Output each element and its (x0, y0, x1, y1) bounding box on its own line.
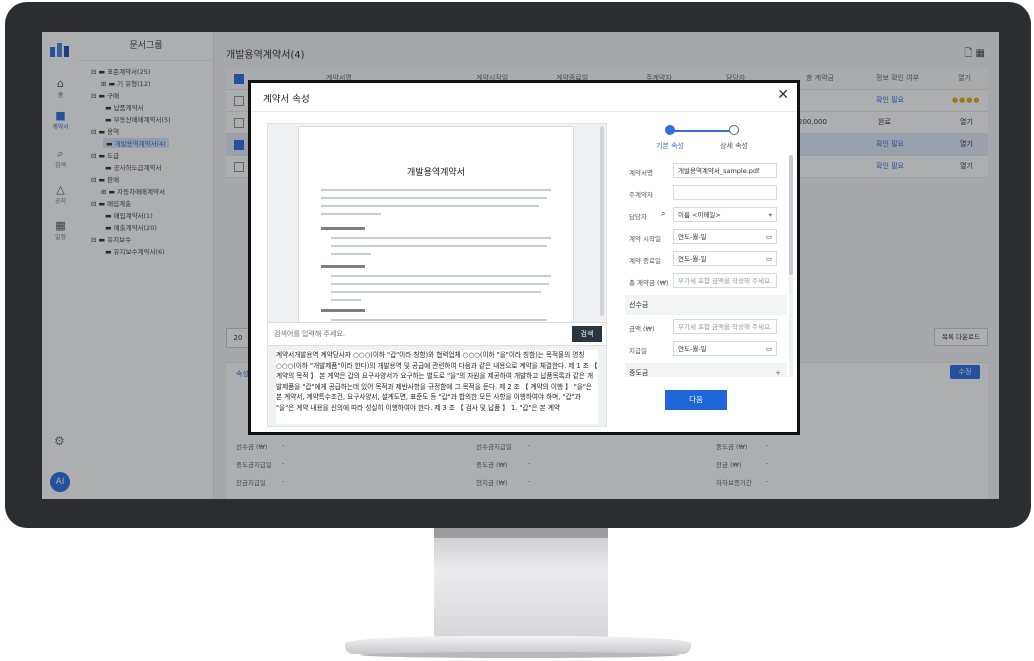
properties-form-pane: 기본 속성 상세 속성 계약서명 개발용역계약서_sample.pdf 주계약자… (617, 111, 797, 435)
search-button[interactable]: 검색 (572, 326, 602, 342)
dialog-header: 계약서 속성 ✕ (251, 83, 797, 112)
search-icon[interactable]: ⌕ (661, 209, 665, 219)
preview-page[interactable]: 개발용역계약서 (298, 126, 574, 328)
contract-name-field[interactable]: 개발용역계약서_sample.pdf (673, 163, 777, 178)
search-input[interactable] (272, 326, 566, 342)
step-2-indicator (729, 125, 739, 135)
form-scrollbar[interactable] (789, 155, 793, 377)
extracted-text: 계약서개발용역 계약당사자 ○○○(이하 "갑"이라 칭함)와 협력업체 ○○○… (276, 350, 598, 424)
step-basic-label[interactable]: 기본 속성 (647, 141, 693, 151)
close-icon[interactable]: ✕ (777, 87, 789, 103)
main-contractor-field[interactable] (673, 185, 777, 200)
form-row: 담당자 ⌕ 이름 <이메일> ▾ (625, 207, 787, 225)
manager-select[interactable]: 이름 <이메일> ▾ (673, 207, 777, 222)
monitor-bezel: ⌂ 홈 ■ 계약서 ⌕ 검색 △ 공지 ▦ 일정 ⚙ AI 문서그룹 ⊟ ▬ 표… (5, 2, 1031, 528)
total-amount-field[interactable]: 부가세 포함 금액을 작성해 주세요. (673, 273, 777, 288)
form-row: 지급일 연도-월-일 ▭ (625, 341, 787, 359)
calendar-icon[interactable]: ▭ (766, 252, 772, 267)
contract-properties-dialog: 계약서 속성 ✕ 개발용역계약서 검색어를 입력해 주세요. 검색 계약서개발용… (248, 80, 800, 435)
form-row: 금액 (₩) 부가세 포함 금액을 작성해 주세요. (625, 319, 787, 337)
preview-scrollbar[interactable] (600, 126, 604, 316)
form-row: 계약 종료일 연도-월-일 ▭ (625, 251, 787, 269)
chevron-down-icon: ▾ (768, 211, 772, 219)
calendar-icon[interactable]: ▭ (766, 230, 772, 245)
document-preview: 개발용역계약서 검색어를 입력해 주세요. 검색 계약서개발용역 계약당사자 ○… (267, 123, 607, 427)
monitor-stand-neck (434, 528, 608, 638)
form-row: 계약 시작일 연도-월-일 ▭ (625, 229, 787, 247)
section-middle-payment[interactable]: 중도금 + (625, 363, 787, 377)
dialog-title: 계약서 속성 (263, 94, 310, 105)
search-bar: 검색 (268, 322, 606, 346)
next-button[interactable]: 다음 (665, 390, 727, 410)
form-row: 계약서명 개발용역계약서_sample.pdf (625, 163, 787, 181)
expand-icon[interactable]: + (775, 363, 781, 377)
end-date-field[interactable]: 연도-월-일 ▭ (673, 251, 777, 266)
step-detail-label[interactable]: 상세 속성 (711, 141, 757, 151)
advance-date-field[interactable]: 연도-월-일 ▭ (673, 341, 777, 356)
form-row: 총 계약금 (₩) 부가세 포함 금액을 작성해 주세요. (625, 273, 787, 291)
calendar-icon[interactable]: ▭ (766, 342, 772, 357)
document-title: 개발용역계약서 (407, 168, 465, 178)
start-date-field[interactable]: 연도-월-일 ▭ (673, 229, 777, 244)
form-row: 주계약자 (625, 185, 787, 203)
screen: ⌂ 홈 ■ 계약서 ⌕ 검색 △ 공지 ▦ 일정 ⚙ AI 문서그룹 ⊟ ▬ 표… (42, 32, 999, 499)
advance-amount-field[interactable]: 부가세 포함 금액을 작성해 주세요. (673, 319, 777, 334)
properties-form: 계약서명 개발용역계약서_sample.pdf 주계약자 담당자 ⌕ 이름 <이… (625, 155, 787, 377)
section-advance-payment: 선수금 (625, 295, 787, 315)
